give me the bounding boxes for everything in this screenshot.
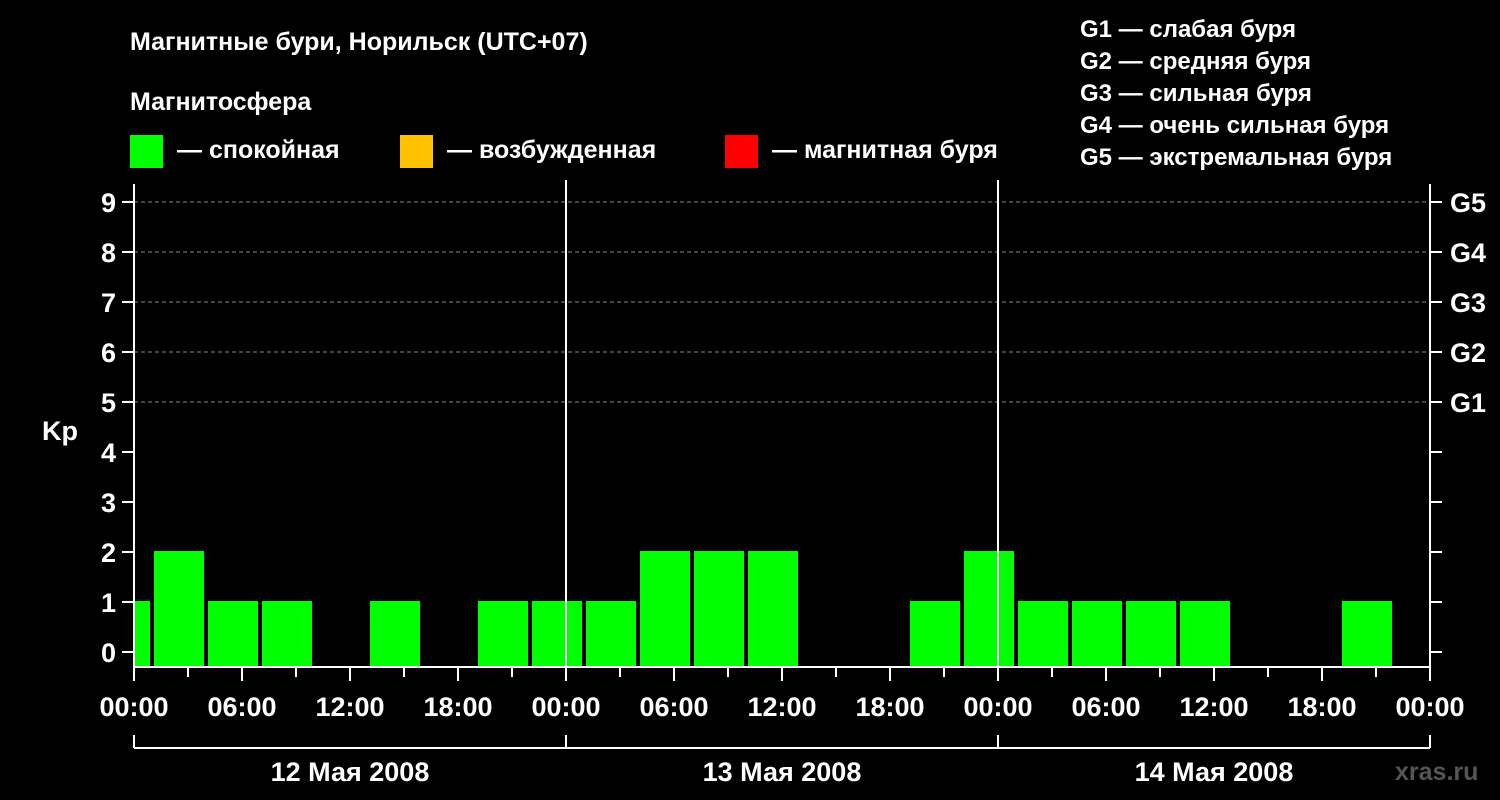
legend-swatch-active [400, 135, 433, 168]
y-tick-label: 0 [101, 638, 116, 668]
x-tick-label: 18:00 [1287, 692, 1356, 722]
grid-lines [134, 201, 1430, 403]
y-tick-label: 9 [101, 188, 116, 218]
kp-bar [135, 601, 150, 667]
kp-bar [1180, 601, 1230, 667]
x-tick-label: 00:00 [531, 692, 600, 722]
day-label: 12 Мая 2008 [271, 757, 430, 787]
bars [135, 551, 1392, 667]
x-tick-label: 00:00 [99, 692, 168, 722]
x-tick-label: 12:00 [1179, 692, 1248, 722]
y-tick-label: 5 [101, 388, 116, 418]
kp-bar [370, 601, 420, 667]
kp-bar [208, 601, 258, 667]
kp-bar [910, 601, 960, 667]
magnetic-storm-chart: Магнитные бури, Норильск (UTC+07) Магнит… [42, 16, 1486, 787]
x-tick-label: 18:00 [855, 692, 924, 722]
y-tick-label: 3 [101, 488, 116, 518]
kp-bar [586, 601, 636, 667]
x-tick-label: 00:00 [963, 692, 1032, 722]
day-label: 14 Мая 2008 [1135, 757, 1294, 787]
x-tick-label: 00:00 [1395, 692, 1464, 722]
x-tick-label: 06:00 [1071, 692, 1140, 722]
kp-bar [748, 551, 798, 667]
x-tick-label: 18:00 [423, 692, 492, 722]
g-scale-item-g1: G1 — слабая буря [1080, 16, 1296, 43]
y-tick-label: 4 [101, 438, 116, 468]
tick-labels: 0 1 2 3 4 5 6 7 8 9 G1 G2 G3 G4 G5 00:00 06:00 12:00 18:00… [99, 188, 1486, 787]
g-level-label-g2: G2 [1450, 338, 1486, 368]
y-tick-label: 2 [101, 538, 116, 568]
watermark: xras.ru [1395, 758, 1478, 786]
legend-heading: Магнитосфера [130, 88, 312, 116]
kp-bar [1072, 601, 1122, 667]
y-tick-label: 6 [101, 338, 116, 368]
g-level-label-g5: G5 [1450, 188, 1486, 218]
legend-label-quiet: — спокойная [177, 136, 340, 164]
kp-bar [478, 601, 528, 667]
g-scale-item-g3: G3 — сильная буря [1080, 80, 1312, 107]
legend-label-active: — возбужденная [447, 136, 656, 164]
kp-bar [964, 551, 1014, 667]
x-tick-label: 12:00 [747, 692, 816, 722]
kp-bar [694, 551, 744, 667]
g-level-label-g4: G4 [1450, 238, 1486, 268]
x-tick-label: 12:00 [315, 692, 384, 722]
kp-bar [1342, 601, 1392, 667]
kp-bar [154, 551, 204, 667]
g-scale-item-g4: G4 — очень сильная буря [1080, 112, 1389, 139]
kp-bar [532, 601, 582, 667]
legend-label-storm: — магнитная буря [772, 136, 998, 164]
legend-swatch-storm [725, 135, 758, 168]
y-tick-label: 7 [101, 288, 116, 318]
kp-bar [262, 601, 312, 667]
g-scale-item-g5: G5 — экстремальная буря [1080, 144, 1392, 171]
g-level-label-g3: G3 [1450, 288, 1486, 318]
y-axis-label: Kp [42, 416, 78, 446]
kp-bar [1126, 601, 1176, 667]
x-tick-label: 06:00 [207, 692, 276, 722]
x-tick-label: 06:00 [639, 692, 708, 722]
y-tick-label: 8 [101, 238, 116, 268]
day-label: 13 Мая 2008 [703, 757, 862, 787]
kp-bar [1018, 601, 1068, 667]
chart-title: Магнитные бури, Норильск (UTC+07) [130, 28, 588, 56]
y-tick-label: 1 [101, 588, 116, 618]
g-scale-item-g2: G2 — средняя буря [1080, 48, 1311, 75]
g-level-label-g1: G1 [1450, 388, 1486, 418]
legend-swatch-quiet [130, 135, 163, 168]
kp-bar [640, 551, 690, 667]
